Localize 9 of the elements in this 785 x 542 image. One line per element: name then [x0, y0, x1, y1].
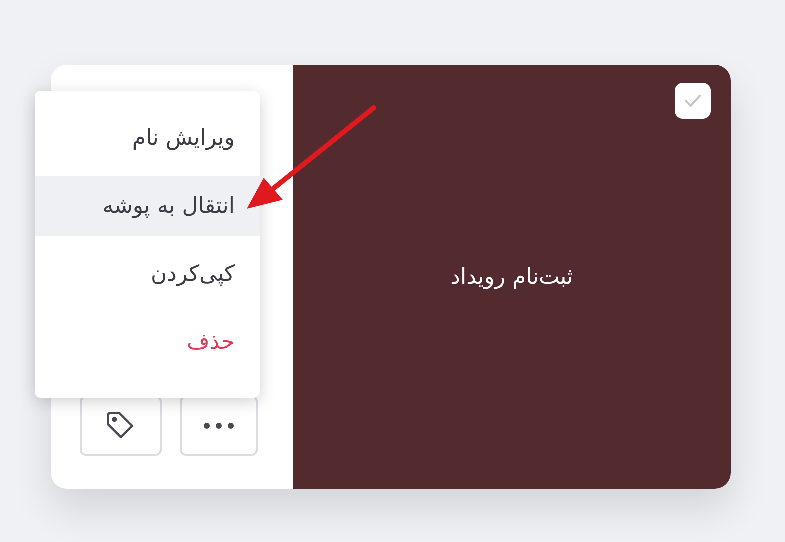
more-icon — [203, 422, 235, 430]
select-checkbox[interactable] — [675, 83, 711, 119]
menu-item[interactable]: انتقال به پوشه — [35, 176, 260, 236]
menu-item[interactable]: کپی‌کردن — [35, 244, 260, 304]
check-icon — [684, 94, 702, 108]
card-title: ثبت‌نام رویداد — [450, 264, 574, 292]
tag-button[interactable] — [80, 396, 162, 456]
menu-item[interactable]: حذف — [35, 312, 260, 372]
menu-item[interactable]: ویرایش نام — [35, 108, 260, 168]
